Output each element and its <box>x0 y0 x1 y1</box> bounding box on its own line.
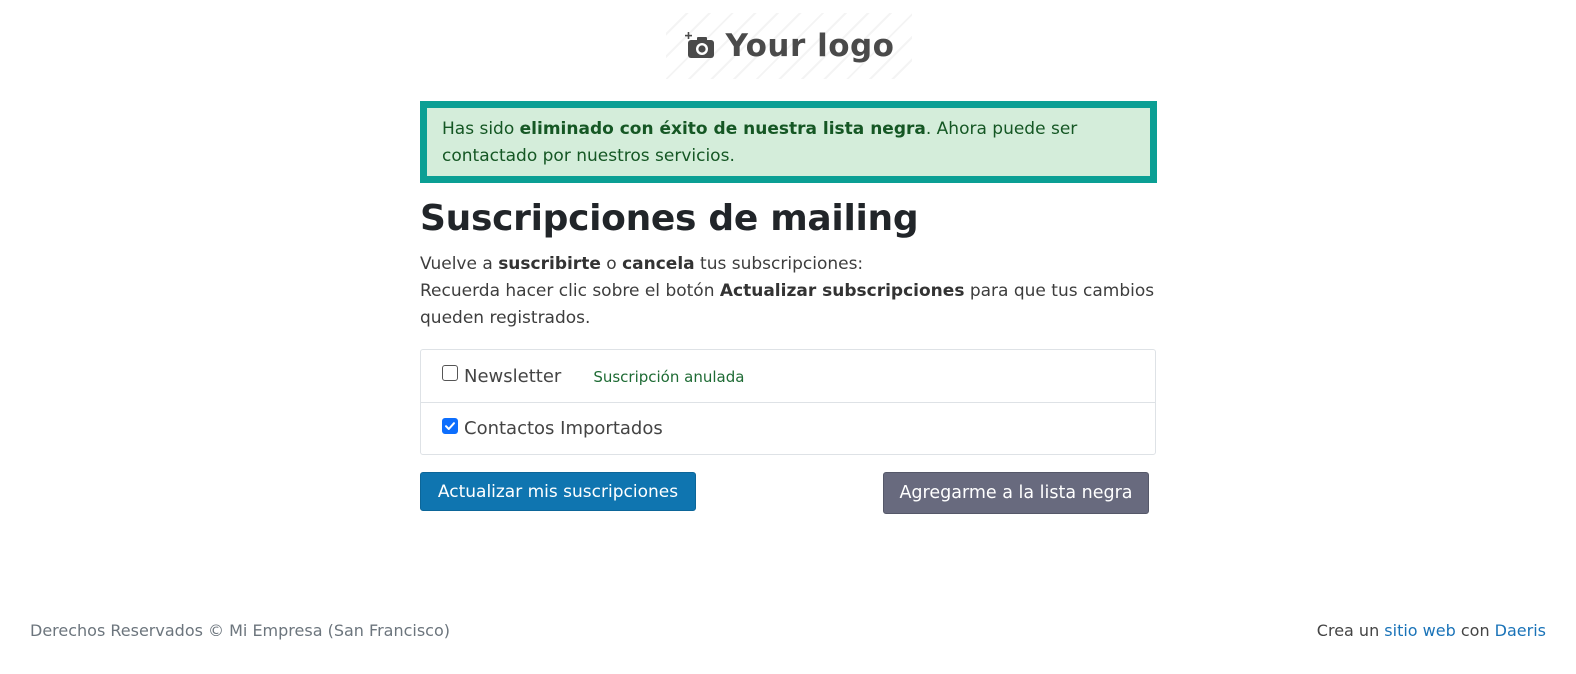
contactos-importados-checkbox[interactable] <box>442 417 458 434</box>
logo-text: Your logo <box>725 28 895 64</box>
intro-line-2: Recuerda hacer clic sobre el botón Actua… <box>420 278 1156 332</box>
intro-strong-update: Actualizar subscripciones <box>719 281 965 301</box>
intro-text-part: Vuelve a <box>420 254 499 274</box>
alert-strong-text: eliminado con éxito de nuestra lista neg… <box>519 119 926 139</box>
camera-plus-icon <box>683 31 714 58</box>
page-title: Suscripciones de mailing <box>420 198 919 239</box>
intro-text-part: o <box>600 254 623 274</box>
checkmark-icon <box>445 421 455 430</box>
footer-copyright: Derechos Reservados © Mi Empresa (San Fr… <box>30 621 450 640</box>
footer-credit: Crea un sitio web con Daeris <box>1317 621 1546 640</box>
list-item-newsletter[interactable]: Newsletter Suscripción anulada <box>421 350 1155 402</box>
newsletter-status: Suscripción anulada <box>593 368 745 386</box>
website-link[interactable]: sitio web <box>1384 621 1455 640</box>
daeris-link[interactable]: Daeris <box>1495 621 1546 640</box>
credit-middle: con <box>1455 621 1495 640</box>
newsletter-label: Newsletter <box>464 365 562 387</box>
intro-text-part: tus subscripciones: <box>694 254 864 274</box>
intro-strong-cancel: cancela <box>622 254 695 274</box>
company-logo: Your logo <box>666 13 912 79</box>
contactos-importados-label: Contactos Importados <box>464 418 663 439</box>
intro-text: Vuelve a suscribirte o cancela tus subsc… <box>420 251 1156 332</box>
subscription-list: Newsletter Suscripción anulada Contactos… <box>420 349 1156 455</box>
intro-line-1: Vuelve a suscribirte o cancela tus subsc… <box>420 251 1156 278</box>
update-subscriptions-button[interactable]: Actualizar mis suscripciones <box>420 472 696 511</box>
list-item-contactos-importados[interactable]: Contactos Importados <box>421 402 1155 454</box>
intro-strong-subscribe: suscribirte <box>498 254 601 274</box>
add-to-blacklist-button[interactable]: Agregarme a la lista negra <box>883 472 1149 514</box>
newsletter-checkbox[interactable] <box>442 365 458 381</box>
credit-prefix: Crea un <box>1316 621 1385 640</box>
success-alert: Has sido eliminado con éxito de nuestra … <box>420 101 1157 183</box>
intro-text-part: Recuerda hacer clic sobre el botón <box>420 281 720 301</box>
alert-prefix: Has sido <box>442 119 520 139</box>
